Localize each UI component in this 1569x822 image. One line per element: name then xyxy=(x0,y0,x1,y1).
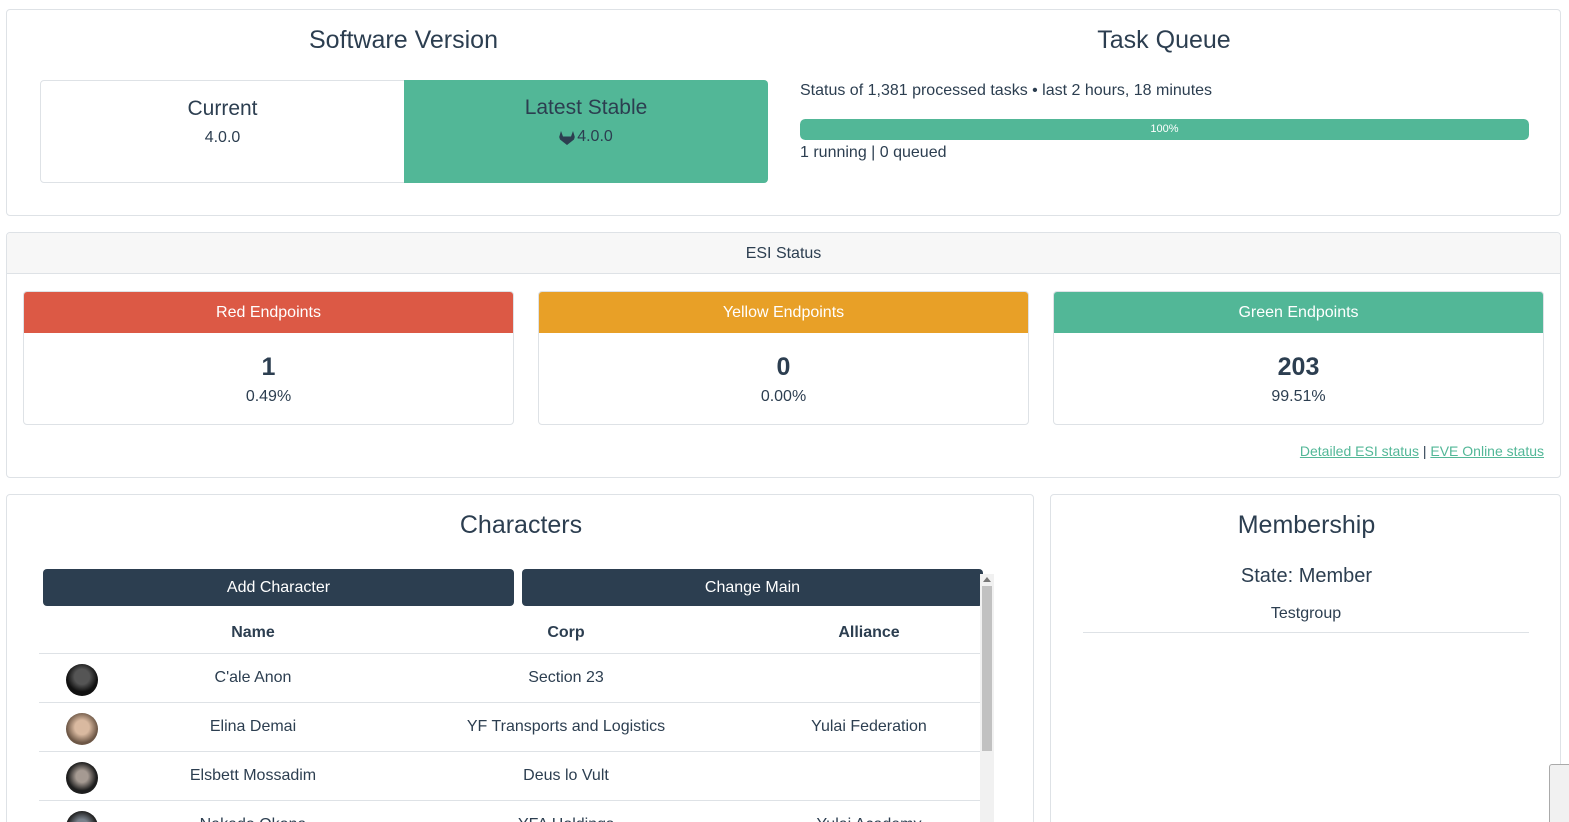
current-version-box: Current 4.0.0 xyxy=(40,80,405,183)
latest-stable-box: Latest Stable 4.0.0 xyxy=(404,80,768,183)
link-separator: | xyxy=(1422,443,1427,459)
avatar xyxy=(66,810,98,822)
software-version-panel: Software Version Task Queue Current 4.0.… xyxy=(6,9,1561,216)
alliance-column-header: Alliance xyxy=(751,613,987,654)
add-character-button[interactable]: Add Character xyxy=(43,569,514,606)
character-corp: YF Transports and Logistics xyxy=(381,702,751,752)
green-endpoints-count: 203 xyxy=(1277,353,1320,381)
latest-stable-label: Latest Stable xyxy=(524,96,648,119)
characters-title: Characters xyxy=(459,511,583,539)
esi-status-title: ESI Status xyxy=(7,233,1560,274)
table-row[interactable]: Elina Demai YF Transports and Logistics … xyxy=(39,702,987,752)
membership-title: Membership xyxy=(1237,511,1376,539)
table-row[interactable]: C'ale Anon Section 23 xyxy=(39,653,987,703)
character-alliance xyxy=(751,751,987,801)
red-endpoints-label: Red Endpoints xyxy=(24,292,513,333)
membership-panel: Membership State: Member Testgroup xyxy=(1050,494,1561,822)
current-version-label: Current xyxy=(187,97,258,120)
characters-table: Name Corp Alliance C'ale Anon Section 23… xyxy=(39,613,987,822)
task-queue-running: 1 running | 0 queued xyxy=(800,144,947,161)
avatar xyxy=(66,712,98,745)
yellow-endpoints-card: Yellow Endpoints 0 0.00% xyxy=(538,291,1029,425)
avatar-column-header xyxy=(39,613,125,654)
red-endpoints-card: Red Endpoints 1 0.49% xyxy=(23,291,514,425)
task-queue-status: Status of 1,381 processed tasks • last 2… xyxy=(800,82,1213,99)
task-queue-progress-bar: 100% xyxy=(800,119,1529,140)
green-endpoints-percent: 99.51% xyxy=(1271,388,1326,405)
character-name: Nakado Okona xyxy=(125,800,381,822)
yellow-endpoints-percent: 0.00% xyxy=(760,388,807,405)
green-endpoints-card: Green Endpoints 203 99.51% xyxy=(1053,291,1544,425)
character-corp: Deus lo Vult xyxy=(381,751,751,801)
eve-online-status-link[interactable]: EVE Online status xyxy=(1430,443,1544,459)
corp-column-header: Corp xyxy=(381,613,751,654)
membership-group: Testgroup xyxy=(1083,605,1529,633)
character-name: Elina Demai xyxy=(125,702,381,752)
avatar xyxy=(66,761,98,794)
table-row[interactable]: Elsbett Mossadim Deus lo Vult xyxy=(39,751,987,801)
character-name: Elsbett Mossadim xyxy=(125,751,381,801)
change-main-button[interactable]: Change Main xyxy=(522,569,983,606)
corner-widget[interactable] xyxy=(1549,764,1569,822)
yellow-endpoints-label: Yellow Endpoints xyxy=(539,292,1028,333)
character-corp: YFA Holdings xyxy=(381,800,751,822)
esi-links: Detailed ESI status | EVE Online status xyxy=(1300,443,1544,459)
green-endpoints-label: Green Endpoints xyxy=(1054,292,1543,333)
task-queue-title: Task Queue xyxy=(1097,26,1231,54)
character-alliance xyxy=(751,653,987,703)
membership-state: State: Member xyxy=(1240,565,1373,587)
task-queue-progress-fill: 100% xyxy=(800,119,1529,140)
red-endpoints-count: 1 xyxy=(261,353,276,381)
characters-scrollbar[interactable] xyxy=(980,570,994,822)
character-alliance: Yulai Federation xyxy=(751,702,987,752)
current-version-value: 4.0.0 xyxy=(204,129,241,146)
yellow-endpoints-count: 0 xyxy=(776,353,791,381)
esi-status-panel: ESI Status Red Endpoints 1 0.49% Yellow … xyxy=(6,232,1561,478)
character-corp: Section 23 xyxy=(381,653,751,703)
character-alliance: Yulai Academy xyxy=(751,800,987,822)
character-name: C'ale Anon xyxy=(125,653,381,703)
red-endpoints-percent: 0.49% xyxy=(245,388,292,405)
scrollbar-thumb[interactable] xyxy=(982,586,992,751)
name-column-header: Name xyxy=(125,613,381,654)
detailed-esi-status-link[interactable]: Detailed ESI status xyxy=(1300,443,1419,459)
software-version-title: Software Version xyxy=(309,26,498,54)
latest-stable-value: 4.0.0 xyxy=(577,128,613,145)
table-header-row: Name Corp Alliance xyxy=(39,613,987,654)
characters-panel: Characters Add Character Change Main Nam… xyxy=(6,494,1034,822)
table-row[interactable]: Nakado Okona YFA Holdings Yulai Academy xyxy=(39,800,987,822)
characters-scroll-area[interactable]: Add Character Change Main Name Corp Alli… xyxy=(39,565,1003,822)
gitlab-icon xyxy=(559,130,576,145)
avatar xyxy=(66,663,98,696)
